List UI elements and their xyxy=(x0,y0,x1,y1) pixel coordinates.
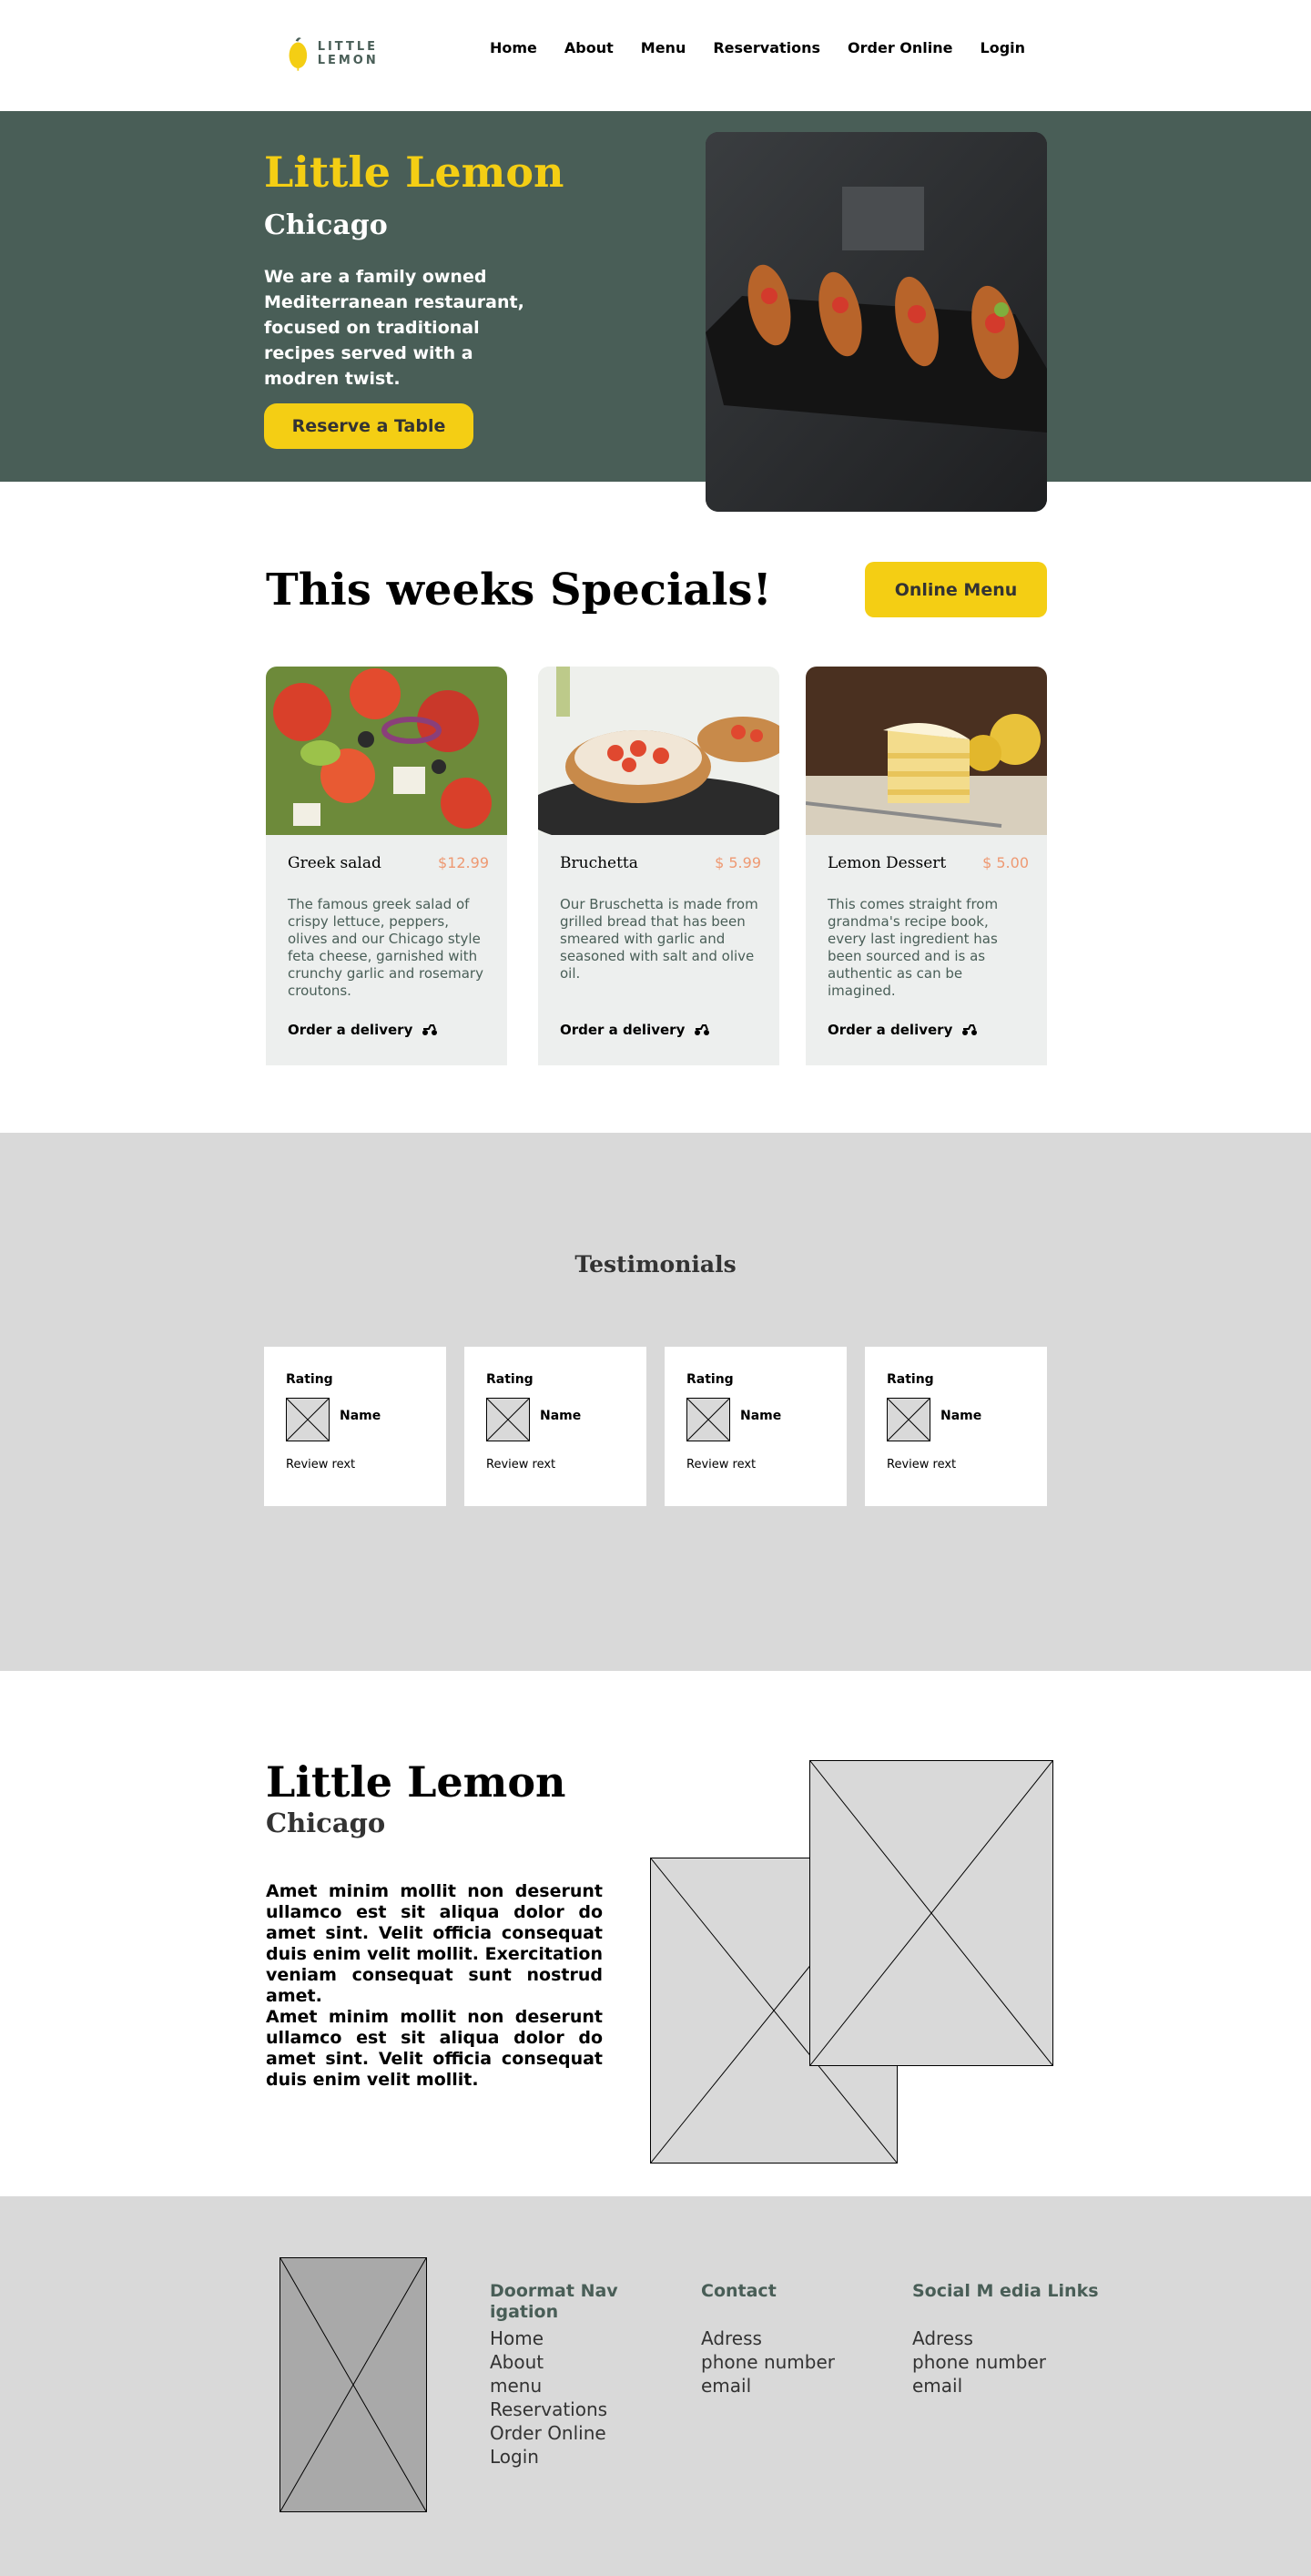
about-paragraph: Amet minim mollit non deserunt ullamco e… xyxy=(266,2007,603,2090)
reviewer-name: Name xyxy=(940,1409,982,1423)
hero-food-image xyxy=(706,132,1047,512)
delivery-scooter-icon xyxy=(962,1024,978,1035)
reviewer-name: Name xyxy=(740,1409,782,1423)
testimonial-rating: Rating xyxy=(286,1372,333,1387)
testimonial-rating: Rating xyxy=(486,1372,534,1387)
reviewer-photo-placeholder xyxy=(486,1398,530,1441)
footer-social-email[interactable]: email xyxy=(912,2374,1122,2398)
testimonial-rating: Rating xyxy=(686,1372,734,1387)
footer-contact: Contact Adress phone number email xyxy=(701,2281,874,2398)
footer-social-address[interactable]: Adress xyxy=(912,2327,1122,2350)
about-paragraph: Amet minim mollit non deserunt ullamco e… xyxy=(266,1881,603,2006)
order-delivery-label: Order a delivery xyxy=(560,1022,686,1038)
review-text: Review rext xyxy=(887,1458,957,1471)
greek-salad-image xyxy=(266,667,507,835)
reviewer-photo-placeholder xyxy=(887,1398,930,1441)
testimonials-section: Testimonials Rating Name Review rext Rat… xyxy=(0,1133,1311,1671)
reserve-table-button[interactable]: Reserve a Table xyxy=(264,403,473,449)
dish-price: $12.99 xyxy=(438,854,489,871)
hero-subtitle: Chicago xyxy=(264,209,388,241)
footer-doormat-nav: Doormat Nav igation Home About menu Rese… xyxy=(490,2281,626,2469)
footer-link-order-online[interactable]: Order Online xyxy=(490,2421,626,2445)
footer-contact-email: email xyxy=(701,2375,752,2397)
special-card-bruchetta: Bruchetta $ 5.99 Our Bruschetta is made … xyxy=(538,667,779,1065)
hero-title: Little Lemon xyxy=(264,148,564,197)
dish-description: Our Bruschetta is made from grilled brea… xyxy=(560,896,758,982)
dish-price: $ 5.99 xyxy=(715,854,761,871)
about-title: Little Lemon xyxy=(266,1757,566,1807)
reviewer-photo-placeholder xyxy=(686,1398,730,1441)
footer-link-home[interactable]: Home xyxy=(490,2327,626,2350)
reviewer-photo-placeholder xyxy=(286,1398,330,1441)
testimonial-card: Rating Name Review rext xyxy=(865,1347,1047,1506)
testimonials-title: Testimonials xyxy=(574,1251,737,1278)
main-menu: Home About Menu Reservations Order Onlin… xyxy=(490,39,1025,56)
order-delivery-link[interactable]: Order a delivery xyxy=(288,1022,438,1038)
order-delivery-link[interactable]: Order a delivery xyxy=(828,1022,978,1038)
about-subtitle: Chicago xyxy=(266,1807,386,1838)
footer-link-about[interactable]: About xyxy=(490,2350,626,2374)
dish-description: The famous greek salad of crispy lettuce… xyxy=(288,896,483,999)
footer-heading: Doormat Nav igation xyxy=(490,2281,618,2322)
order-delivery-link[interactable]: Order a delivery xyxy=(560,1022,710,1038)
dish-name: Lemon Dessert xyxy=(828,854,947,872)
testimonial-card: Rating Name Review rext xyxy=(264,1347,446,1506)
nav-link-reservations[interactable]: Reservations xyxy=(713,39,820,56)
footer-contact-address: Adress xyxy=(701,2327,762,2349)
reviewer-name: Name xyxy=(340,1409,381,1423)
testimonial-rating: Rating xyxy=(887,1372,934,1387)
nav-link-order-online[interactable]: Order Online xyxy=(848,39,952,56)
hero-section: Little Lemon Chicago We are a family own… xyxy=(0,111,1311,482)
footer-social-links: Social M edia Links Adress phone number … xyxy=(912,2281,1122,2398)
top-navigation: LITTLE LEMON Home About Menu Reservation… xyxy=(0,0,1311,111)
site-footer: Doormat Nav igation Home About menu Rese… xyxy=(0,2196,1311,2576)
footer-social-phone[interactable]: phone number xyxy=(912,2350,1122,2374)
testimonial-card: Rating Name Review rext xyxy=(665,1347,847,1506)
about-image-placeholder-front xyxy=(809,1760,1053,2066)
site-logo[interactable]: LITTLE LEMON xyxy=(286,33,432,75)
footer-link-reservations[interactable]: Reservations xyxy=(490,2398,626,2421)
review-text: Review rext xyxy=(486,1458,556,1471)
online-menu-button[interactable]: Online Menu xyxy=(865,562,1047,617)
special-card-greek-salad: Greek salad $12.99 The famous greek sala… xyxy=(266,667,507,1065)
testimonial-card: Rating Name Review rext xyxy=(464,1347,646,1506)
footer-logo-placeholder xyxy=(279,2257,427,2512)
nav-link-about[interactable]: About xyxy=(564,39,614,56)
special-card-lemon-dessert: Lemon Dessert $ 5.00 This comes straight… xyxy=(806,667,1047,1065)
review-text: Review rext xyxy=(286,1458,356,1471)
about-text: Amet minim mollit non deserunt ullamco e… xyxy=(266,1881,603,2091)
hero-description: We are a family owned Mediterranean rest… xyxy=(264,267,524,389)
footer-heading: Contact xyxy=(701,2281,777,2301)
bruchetta-image xyxy=(538,667,779,849)
dish-price: $ 5.00 xyxy=(982,854,1029,871)
review-text: Review rext xyxy=(686,1458,757,1471)
footer-link-menu[interactable]: menu xyxy=(490,2374,626,2398)
specials-title: This weeks Specials! xyxy=(266,565,772,616)
footer-contact-phone: phone number xyxy=(701,2351,836,2373)
nav-link-home[interactable]: Home xyxy=(490,39,537,56)
order-delivery-label: Order a delivery xyxy=(288,1022,413,1038)
lemon-logo-icon xyxy=(289,37,308,71)
footer-heading: Social M edia Links xyxy=(912,2281,1099,2301)
lemon-dessert-image xyxy=(806,667,1047,835)
brand-name: LITTLE LEMON xyxy=(317,40,379,67)
footer-link-login[interactable]: Login xyxy=(490,2445,626,2469)
reviewer-name: Name xyxy=(540,1409,582,1423)
nav-link-menu[interactable]: Menu xyxy=(641,39,686,56)
nav-link-login[interactable]: Login xyxy=(981,39,1026,56)
delivery-scooter-icon xyxy=(422,1024,438,1035)
dish-description: This comes straight from grandma's recip… xyxy=(828,896,999,999)
dish-name: Greek salad xyxy=(288,854,381,872)
dish-name: Bruchetta xyxy=(560,854,638,872)
delivery-scooter-icon xyxy=(695,1024,710,1035)
order-delivery-label: Order a delivery xyxy=(828,1022,953,1038)
